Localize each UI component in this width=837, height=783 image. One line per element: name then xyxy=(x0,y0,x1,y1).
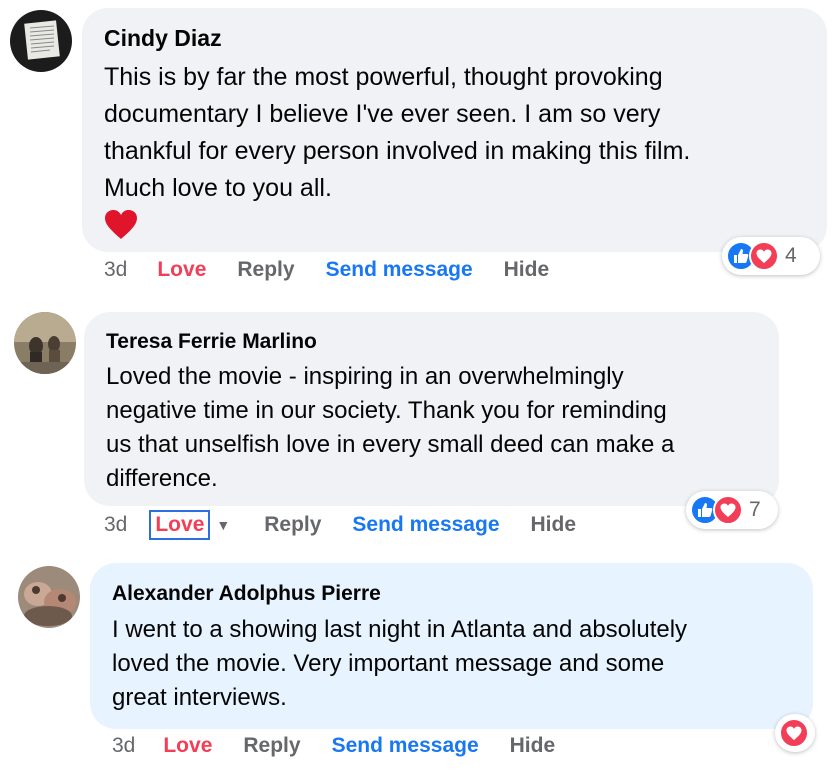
comment-timestamp[interactable]: 3d xyxy=(104,513,127,537)
love-reaction-icon xyxy=(749,241,779,271)
avatar[interactable] xyxy=(18,566,80,628)
comment-author[interactable]: Cindy Diaz xyxy=(104,24,805,52)
comment-actions: 3d Love ▼ Reply Send message Hide xyxy=(104,510,607,540)
comment-text: Loved the movie - inspiring in an overwh… xyxy=(106,363,675,492)
reaction-count: 4 xyxy=(785,244,797,267)
reaction-summary[interactable]: 4 xyxy=(722,237,820,275)
love-reaction-icon xyxy=(779,718,809,748)
hide-button[interactable]: Hide xyxy=(510,734,556,758)
reply-button[interactable]: Reply xyxy=(264,513,321,537)
avatar[interactable] xyxy=(10,10,72,72)
love-button[interactable]: Love xyxy=(149,510,211,540)
comment-timestamp[interactable]: 3d xyxy=(104,258,127,282)
hide-button[interactable]: Hide xyxy=(531,513,577,537)
reaction-summary[interactable] xyxy=(775,714,815,752)
comment-actions: 3d Love Reply Send message Hide xyxy=(104,258,580,282)
love-reaction-icon xyxy=(713,495,743,525)
send-message-button[interactable]: Send message xyxy=(332,734,479,758)
love-button[interactable]: Love xyxy=(157,258,206,282)
reaction-summary[interactable]: 7 xyxy=(686,491,778,529)
avatar[interactable] xyxy=(14,312,76,374)
comment-bubble: Cindy Diaz This is by far the most power… xyxy=(82,8,827,252)
reply-button[interactable]: Reply xyxy=(237,258,294,282)
comment-author[interactable]: Alexander Adolphus Pierre xyxy=(112,580,791,608)
chevron-down-icon[interactable]: ▼ xyxy=(216,517,230,533)
comment-text: I went to a showing last night in Atlant… xyxy=(112,616,688,711)
comment-actions: 3d Love Reply Send message Hide xyxy=(112,734,586,758)
comment-timestamp[interactable]: 3d xyxy=(112,734,135,758)
comment-author[interactable]: Teresa Ferrie Marlino xyxy=(106,328,757,356)
send-message-button[interactable]: Send message xyxy=(352,513,499,537)
love-button[interactable]: Love xyxy=(163,734,212,758)
send-message-button[interactable]: Send message xyxy=(326,258,473,282)
heart-emoji-icon xyxy=(104,209,138,246)
comment-bubble: Teresa Ferrie Marlino Loved the movie - … xyxy=(84,312,779,506)
comment-bubble: Alexander Adolphus Pierre I went to a sh… xyxy=(90,563,813,729)
hide-button[interactable]: Hide xyxy=(504,258,550,282)
reply-button[interactable]: Reply xyxy=(243,734,300,758)
reaction-count: 7 xyxy=(749,498,761,521)
comment-text: This is by far the most powerful, though… xyxy=(104,63,691,202)
